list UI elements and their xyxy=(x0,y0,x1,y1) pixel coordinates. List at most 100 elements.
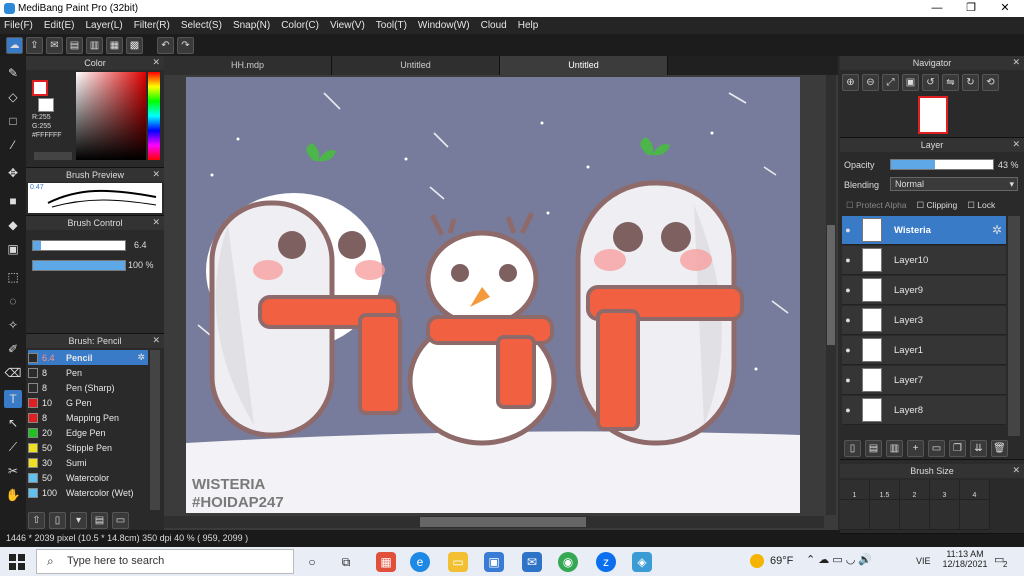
brush-item[interactable]: 50 Watercolor xyxy=(28,470,148,485)
fill-rect-tool-icon[interactable]: ■ xyxy=(4,192,22,210)
brush-size-option[interactable] xyxy=(960,500,990,530)
rotate-right-icon[interactable]: ↻ xyxy=(962,74,979,91)
brush-size-option[interactable]: 3 xyxy=(930,480,960,500)
select-pen-tool-icon[interactable]: ✐ xyxy=(4,340,22,358)
menu-file[interactable]: File(F) xyxy=(4,20,33,31)
blending-select[interactable]: Normal ▾ xyxy=(890,177,1018,191)
taskbar-search-input[interactable]: ⌕ Type here to search xyxy=(36,549,294,574)
divide-tool-icon[interactable]: ✂ xyxy=(4,462,22,480)
visibility-eye-icon[interactable]: ● xyxy=(842,225,854,235)
document-icon[interactable]: ▤ xyxy=(66,36,83,54)
pen-tool-icon[interactable]: ⁄ xyxy=(4,136,22,154)
mail-icon[interactable]: ✉ xyxy=(522,552,542,572)
zalo-icon[interactable]: z xyxy=(596,552,616,572)
zoom-in-icon[interactable]: ⊕ xyxy=(842,74,859,91)
tab-untitled-1[interactable]: Untitled xyxy=(332,56,500,75)
merge-layer-icon[interactable]: ⇊ xyxy=(970,440,987,457)
move-tool-icon[interactable]: ✥ xyxy=(4,164,22,182)
redo-icon[interactable]: ↷ xyxy=(177,36,194,54)
panel-close-icon[interactable]: ✕ xyxy=(1012,465,1020,476)
select-rect-tool-icon[interactable]: ⬚ xyxy=(4,268,22,286)
panel-close-icon[interactable]: ✕ xyxy=(152,217,160,228)
layer-row[interactable]: ● Layer3 xyxy=(842,306,1006,335)
menu-layer[interactable]: Layer(L) xyxy=(85,20,122,31)
brush-list-scrollbar[interactable] xyxy=(150,350,160,510)
cloud-icon[interactable]: ☁ xyxy=(6,36,23,54)
canvas-area[interactable]: WISTERIA #HOIDAP247 xyxy=(164,75,838,530)
layer-opacity-slider[interactable] xyxy=(890,159,994,170)
share-icon[interactable]: ⇪ xyxy=(26,36,43,54)
brush-size-option[interactable] xyxy=(900,500,930,530)
eyedropper-tool-icon[interactable]: ⟋ xyxy=(4,438,22,456)
close-button[interactable]: ✕ xyxy=(988,0,1022,17)
apps-icon[interactable]: ▩ xyxy=(126,36,143,54)
brush-item[interactable]: 6.4 Pencil ✲ xyxy=(28,350,148,365)
visibility-eye-icon[interactable]: ● xyxy=(842,285,854,295)
brush-size-option[interactable]: 4 xyxy=(960,480,990,500)
menu-edit[interactable]: Edit(E) xyxy=(44,20,75,31)
menu-tool[interactable]: Tool(T) xyxy=(376,20,407,31)
zoom-out-icon[interactable]: ⊖ xyxy=(862,74,879,91)
layer-list-scrollbar[interactable] xyxy=(1008,216,1020,436)
brush-item[interactable]: 8 Mapping Pen xyxy=(28,410,148,425)
hand-tool-icon[interactable]: ✋ xyxy=(4,486,22,504)
comment-icon[interactable]: ✉ xyxy=(46,36,63,54)
file-explorer-icon[interactable]: ▭ xyxy=(448,552,468,572)
layer-settings-gear-icon[interactable]: ✲ xyxy=(992,223,1002,237)
artwork-canvas[interactable]: WISTERIA #HOIDAP247 xyxy=(164,75,838,530)
visibility-eye-icon[interactable]: ● xyxy=(842,375,854,385)
duplicate-layer-icon[interactable]: ❐ xyxy=(949,440,966,457)
dot-tool-icon[interactable]: □ xyxy=(4,112,22,130)
office-app-icon[interactable]: ▦ xyxy=(376,552,396,572)
layer-folder-icon[interactable]: ▭ xyxy=(928,440,945,457)
panel-close-icon[interactable]: ✕ xyxy=(152,335,160,346)
tab-untitled-2[interactable]: Untitled xyxy=(500,56,668,75)
panel-close-icon[interactable]: ✕ xyxy=(1012,57,1020,68)
new-brush-icon[interactable]: ▯ xyxy=(49,512,66,529)
undo-icon[interactable]: ↶ xyxy=(157,36,174,54)
select-eraser-tool-icon[interactable]: ⌫ xyxy=(4,364,22,382)
menu-select[interactable]: Select(S) xyxy=(181,20,222,31)
edge-browser-icon[interactable]: e xyxy=(410,552,430,572)
grid-icon[interactable]: ▦ xyxy=(106,36,123,54)
brush-size-option[interactable] xyxy=(840,500,870,530)
color-mode-buttons[interactable] xyxy=(34,152,72,160)
store-icon[interactable]: ▣ xyxy=(484,552,504,572)
menu-help[interactable]: Help xyxy=(518,20,539,31)
gradient-tool-icon[interactable]: ▣ xyxy=(4,240,22,258)
panel-close-icon[interactable]: ✕ xyxy=(152,169,160,180)
layer-row[interactable]: ● Layer9 xyxy=(842,276,1006,305)
brush-size-option[interactable]: 2 xyxy=(900,480,930,500)
brush-item[interactable]: 10 G Pen xyxy=(28,395,148,410)
panel-close-icon[interactable]: ✕ xyxy=(1012,139,1020,150)
brush-size-option[interactable]: 1 xyxy=(840,480,870,500)
flip-icon[interactable]: ⇋ xyxy=(942,74,959,91)
new-layer-icon[interactable]: ▯ xyxy=(844,440,861,457)
reset-view-icon[interactable]: ⟲ xyxy=(982,74,999,91)
secondary-color-swatch[interactable] xyxy=(38,98,54,112)
saturation-value-picker[interactable] xyxy=(76,72,146,160)
brush-tool-icon[interactable]: ✎ xyxy=(4,64,22,82)
brush-item[interactable]: 30 Sumi xyxy=(28,455,148,470)
brush-size-option[interactable] xyxy=(870,500,900,530)
input-language[interactable]: VIE xyxy=(916,556,931,566)
tray-icons[interactable]: ⌃ ☁ ▭ ◡ 🔊 xyxy=(806,553,872,566)
bucket-tool-icon[interactable]: ◆ xyxy=(4,216,22,234)
layer-row[interactable]: ● Wisteria ✲ xyxy=(842,216,1006,245)
menu-snap[interactable]: Snap(N) xyxy=(233,20,270,31)
weather-temp[interactable]: 69°F xyxy=(770,555,793,567)
medibang-taskbar-icon[interactable]: ◈ xyxy=(632,552,652,572)
visibility-eye-icon[interactable]: ● xyxy=(842,405,854,415)
brush-size-slider[interactable] xyxy=(32,240,126,251)
navigator-thumbnail[interactable] xyxy=(918,96,948,134)
lock-checkbox[interactable]: ☐ Lock xyxy=(967,200,995,211)
delete-layer-icon[interactable]: 🗑 xyxy=(991,440,1008,457)
primary-color-swatch[interactable] xyxy=(32,80,48,96)
actual-size-icon[interactable]: ▣ xyxy=(902,74,919,91)
brush-item[interactable]: 20 Edge Pen xyxy=(28,425,148,440)
hue-slider[interactable] xyxy=(148,72,160,160)
layer-row[interactable]: ● Layer7 xyxy=(842,366,1006,395)
brush-item[interactable]: 50 Stipple Pen xyxy=(28,440,148,455)
new-halftone-layer-icon[interactable]: ▤ xyxy=(865,440,882,457)
task-view-icon[interactable]: ⧉ xyxy=(336,552,356,572)
